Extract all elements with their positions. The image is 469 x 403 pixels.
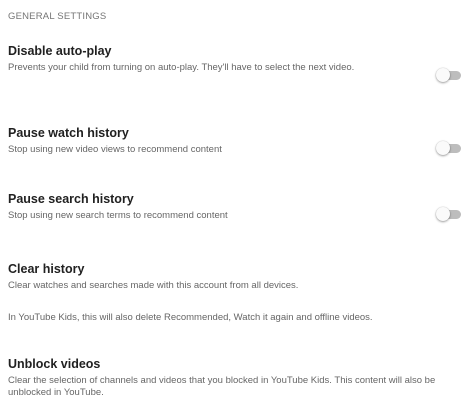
setting-autoplay-description: Prevents your child from turning on auto… xyxy=(8,62,355,73)
setting-autoplay[interactable]: Disable auto-play Prevents your child fr… xyxy=(8,44,428,74)
autoplay-toggle-knob xyxy=(436,68,450,82)
setting-watch-history[interactable]: Pause watch history Stop using new video… xyxy=(8,126,428,156)
watch-history-toggle[interactable] xyxy=(436,141,463,155)
setting-autoplay-title: Disable auto-play xyxy=(8,44,112,58)
setting-unblock-videos[interactable]: Unblock videos Clear the selection of ch… xyxy=(8,357,448,399)
setting-unblock-videos-description: Clear the selection of channels and vide… xyxy=(8,375,436,398)
search-history-toggle[interactable] xyxy=(436,207,463,221)
watch-history-toggle-knob xyxy=(436,141,450,155)
autoplay-toggle[interactable] xyxy=(436,68,463,82)
setting-clear-history-note: In YouTube Kids, this will also delete R… xyxy=(8,312,373,323)
setting-search-history[interactable]: Pause search history Stop using new sear… xyxy=(8,192,428,222)
setting-watch-history-description: Stop using new video views to recommend … xyxy=(8,144,222,155)
setting-watch-history-title: Pause watch history xyxy=(8,126,129,140)
setting-clear-history-title: Clear history xyxy=(8,262,85,276)
settings-page: GENERAL SETTINGS Disable auto-play Preve… xyxy=(0,0,469,403)
setting-unblock-videos-title: Unblock videos xyxy=(8,357,101,371)
setting-search-history-description: Stop using new search terms to recommend… xyxy=(8,210,228,221)
section-header: GENERAL SETTINGS xyxy=(8,11,107,22)
search-history-toggle-knob xyxy=(436,207,450,221)
setting-clear-history-description: Clear watches and searches made with thi… xyxy=(8,280,299,291)
setting-clear-history[interactable]: Clear history Clear watches and searches… xyxy=(8,262,428,324)
setting-search-history-title: Pause search history xyxy=(8,192,134,206)
